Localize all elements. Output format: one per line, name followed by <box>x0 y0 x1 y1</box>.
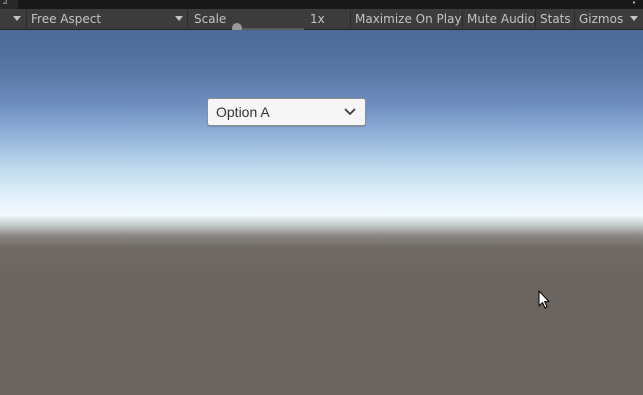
tab-strip: ⊿ • <box>0 0 643 9</box>
chevron-down-icon <box>13 16 21 21</box>
game-view[interactable] <box>0 30 643 395</box>
dropdown-selected-label: Option A <box>216 104 270 120</box>
chevron-down-icon <box>175 16 183 21</box>
scale-label: Scale <box>194 12 227 26</box>
gizmos-dropdown[interactable] <box>627 9 643 29</box>
mouse-cursor-icon <box>538 290 550 309</box>
scale-value: 1x <box>310 12 325 26</box>
tab-icon: ⊿ <box>2 0 8 6</box>
toolbar-divider <box>187 10 188 28</box>
stats-toggle[interactable]: Stats <box>540 9 571 29</box>
toolbar-divider <box>350 10 351 28</box>
game-tab[interactable]: ⊿ <box>0 0 18 9</box>
mute-audio-toggle[interactable]: Mute Audio <box>467 9 535 29</box>
game-view-toolbar: Free Aspect Scale 1x Maximize On Play Mu… <box>0 9 643 33</box>
aspect-label: Free Aspect <box>31 12 102 26</box>
gizmos-toggle[interactable]: Gizmos <box>579 9 623 29</box>
toolbar-divider <box>574 10 575 28</box>
more-dots-icon[interactable]: • <box>632 0 636 7</box>
chevron-down-icon <box>344 108 356 115</box>
toolbar-divider <box>462 10 463 28</box>
chevron-down-icon <box>630 16 638 21</box>
maximize-on-play-toggle[interactable]: Maximize On Play <box>355 9 462 29</box>
display-dropdown[interactable] <box>0 9 26 29</box>
toolbar-divider <box>535 10 536 28</box>
aspect-dropdown[interactable]: Free Aspect <box>27 9 187 29</box>
option-dropdown[interactable]: Option A <box>207 98 366 126</box>
